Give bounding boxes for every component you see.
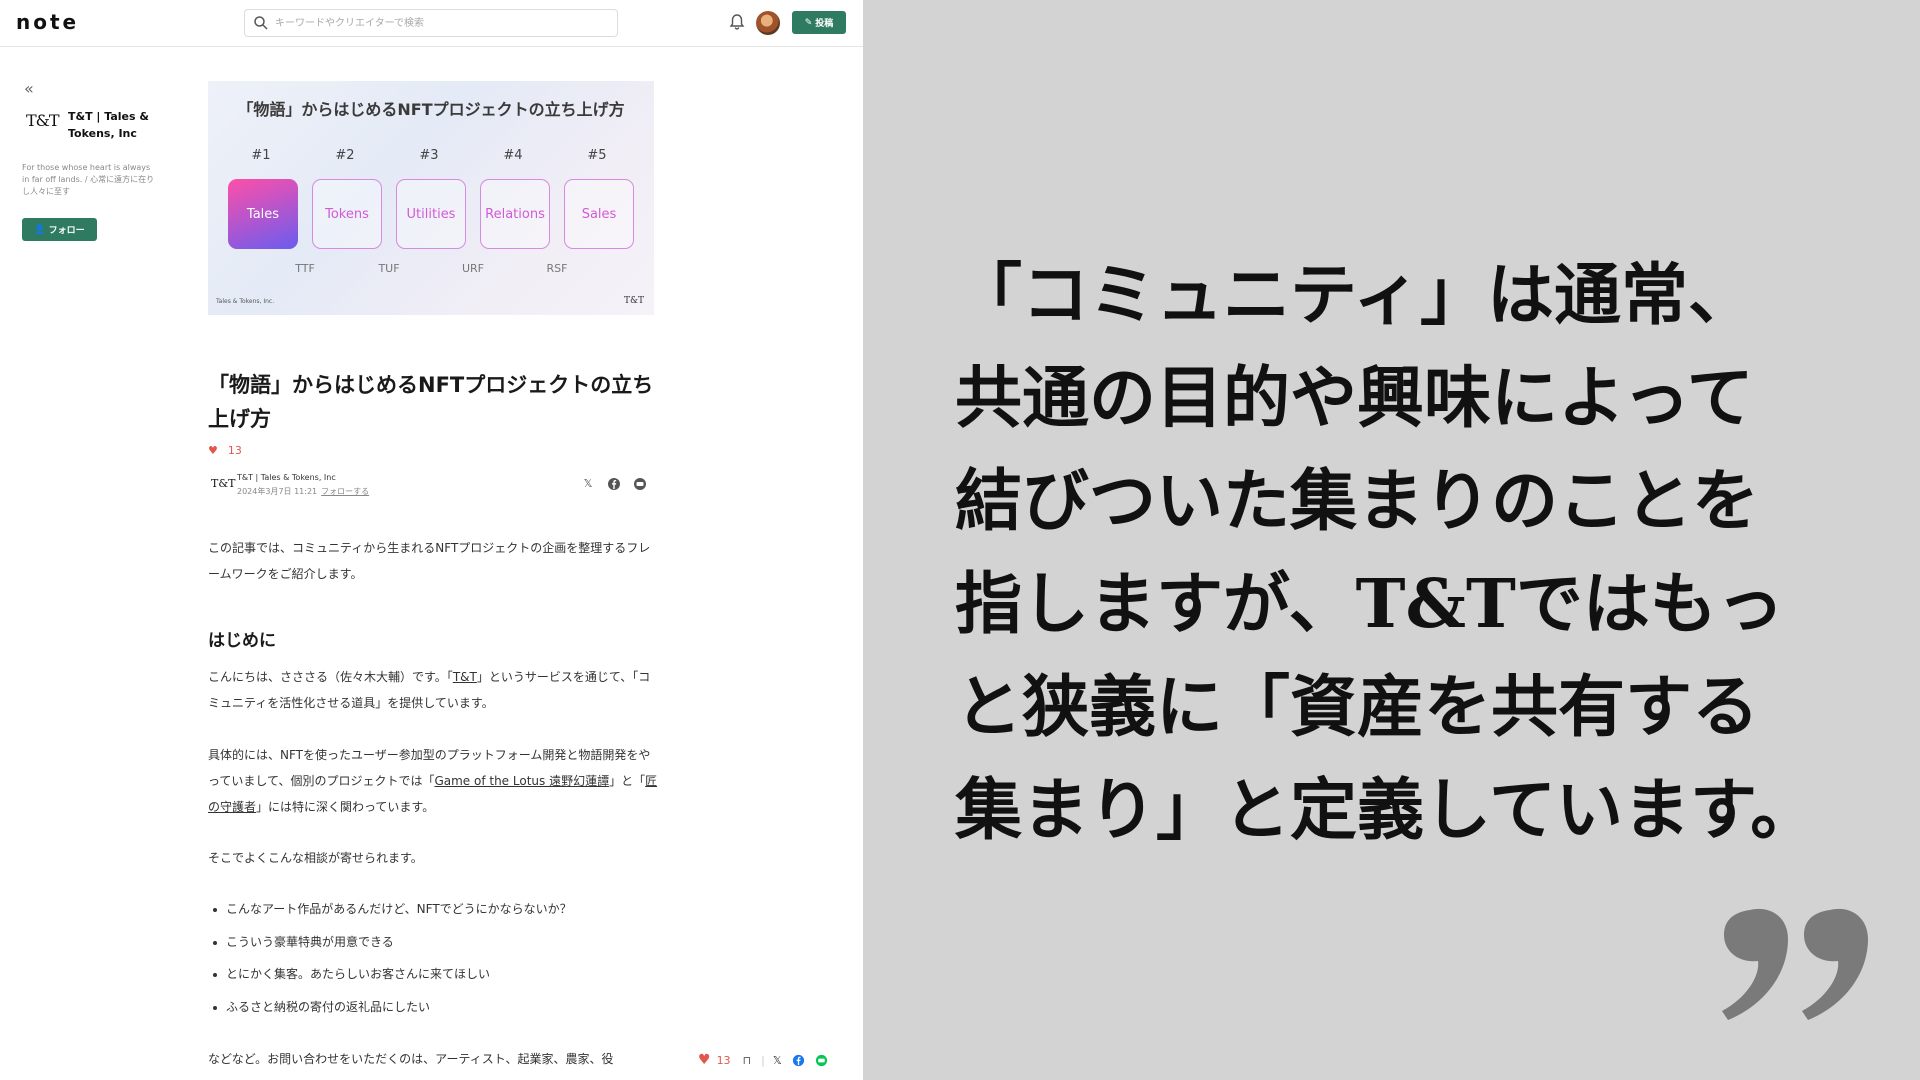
hero-footer-left: Tales & Tokens, Inc.	[216, 298, 275, 305]
follow-button[interactable]: 👤 フォロー	[22, 218, 97, 241]
facebook-share-icon[interactable]	[607, 477, 621, 491]
text: 」には特に深く関わっています。	[256, 800, 435, 814]
quote-line: 共通の目的や興味によって	[955, 358, 1754, 437]
divider: |	[761, 1053, 765, 1067]
step-code: TTF	[295, 262, 315, 275]
line-share-icon[interactable]	[633, 477, 647, 491]
author-name[interactable]: T&T | Tales & Tokens, Inc	[237, 473, 336, 482]
step-number: #1	[251, 148, 271, 163]
step-code: TUF	[378, 262, 400, 275]
facebook-share-icon[interactable]	[792, 1054, 805, 1067]
x-share-icon[interactable]: 𝕏	[581, 477, 595, 491]
heart-icon[interactable]: ♥	[208, 444, 218, 457]
line-share-icon[interactable]	[815, 1054, 828, 1067]
quote-line: 「コミュニティ」は通常、	[955, 255, 1755, 334]
quote-line: 指しますが、T&Tではもっ	[955, 564, 1784, 643]
follow-link[interactable]: フォローする	[321, 487, 369, 496]
hero-image: 「物語」からはじめるNFTプロジェクトの立ち上げ方 #1 #2 #3 #4 #5…	[208, 81, 654, 315]
post-button-label: 投稿	[815, 19, 834, 29]
creator-logo[interactable]: T&T	[26, 111, 60, 130]
note-logo[interactable]: note	[16, 10, 79, 34]
heart-icon[interactable]: ♥	[698, 1052, 711, 1068]
list-item: ふるさと納税の寄付の返礼品にしたい	[213, 996, 656, 1029]
step-code: RSF	[546, 262, 568, 275]
note-article-page: note ✎ 投稿 « T&T T&T | Tales & Tokens, In…	[0, 0, 863, 1080]
search-box[interactable]	[244, 9, 618, 37]
article-title: 「物語」からはじめるNFTプロジェクトの立ち上げ方	[208, 373, 654, 431]
creator-description: For those whose heart is always in far o…	[22, 163, 155, 196]
lotus-link[interactable]: Game of the Lotus 遠野幻蓮譚	[434, 774, 609, 788]
collapse-sidebar-icon[interactable]: «	[24, 79, 34, 98]
date-text: 2024年3月7日 11:21	[237, 487, 318, 496]
step-number: #4	[503, 148, 523, 163]
list-item: こういう豪華特典が用意できる	[213, 931, 656, 964]
step-box-tokens: Tokens	[312, 179, 382, 249]
quote-text: 「コミュニティ」は通常、 共通の目的や興味によって 結びついた集まりのことを 指…	[955, 243, 1855, 861]
list-item: こんなアート作品があるんだけど、NFTでどうにかならないか？	[213, 898, 656, 931]
step-box-sales: Sales	[564, 179, 634, 249]
user-avatar[interactable]	[756, 11, 780, 35]
step-code: URF	[461, 262, 485, 275]
post-button[interactable]: ✎ 投稿	[792, 11, 846, 34]
hero-footer-logo: T&T	[623, 296, 644, 306]
step-box-utilities: Utilities	[396, 179, 466, 249]
publish-date: 2024年3月7日 11:21 フォローする	[237, 486, 369, 497]
step-number: #5	[587, 148, 607, 163]
intro-paragraph: この記事では、コミュニティから生まれるNFTプロジェクトの企画を整理するフレーム…	[208, 541, 651, 581]
follow-button-label: フォロー	[48, 226, 85, 236]
text: こんにちは、さささる（佐々木大輔）です。「	[208, 670, 453, 684]
like-count: 13	[227, 443, 242, 457]
paragraph-3: そこでよくこんな相談が寄せられます。	[208, 851, 423, 865]
text: 」と「	[609, 774, 646, 788]
bullet-list: こんなアート作品があるんだけど、NFTでどうにかならないか？ こういう豪華特典が…	[213, 898, 656, 1029]
x-share-icon[interactable]: 𝕏	[773, 1054, 782, 1067]
tt-link[interactable]: T&T	[453, 670, 477, 684]
floating-action-bar: ♥ 13 ⊓ | 𝕏	[698, 1048, 858, 1072]
list-item: とにかく集客。あたらしいお客さんに来てほしい	[213, 963, 656, 996]
paragraph-2: 具体的には、NFTを使ったユーザー参加型のプラットフォーム開発と物語開発をやって…	[208, 742, 658, 820]
hero-title: 「物語」からはじめるNFTプロジェクトの立ち上げ方	[237, 100, 625, 119]
like-row: ♥ 13	[208, 442, 242, 458]
bookmark-icon[interactable]: ⊓	[743, 1054, 752, 1067]
add-user-icon: 👤	[34, 224, 46, 235]
step-number: #3	[419, 148, 439, 163]
top-header: note ✎ 投稿	[0, 0, 863, 47]
step-box-tales: Tales	[228, 179, 298, 249]
like-count: 13	[716, 1053, 731, 1067]
search-icon	[254, 16, 268, 30]
paragraph-1: こんにちは、さささる（佐々木大輔）です。「T&T」というサービスを通じて、「コミ…	[208, 664, 658, 716]
author-logo[interactable]: T&T	[211, 477, 235, 490]
quote-line: 集まり」と定義しています。	[955, 770, 1818, 849]
creator-name[interactable]: T&T | Tales & Tokens, Inc	[68, 108, 168, 142]
step-box-relations: Relations	[480, 179, 550, 249]
step-number: #2	[335, 148, 355, 163]
bell-icon[interactable]	[728, 13, 746, 31]
quote-line: 結びついた集まりのことを	[955, 461, 1759, 540]
search-input[interactable]	[275, 13, 605, 33]
section-heading: はじめに	[208, 631, 276, 651]
closing-quote-icon	[1722, 908, 1868, 1020]
pencil-icon: ✎	[804, 17, 813, 28]
paragraph-4: などなど。お問い合わせをいただくのは、アーティスト、起業家、農家、役	[208, 1052, 614, 1066]
quote-line: と狭義に「資産を共有する	[955, 667, 1759, 746]
